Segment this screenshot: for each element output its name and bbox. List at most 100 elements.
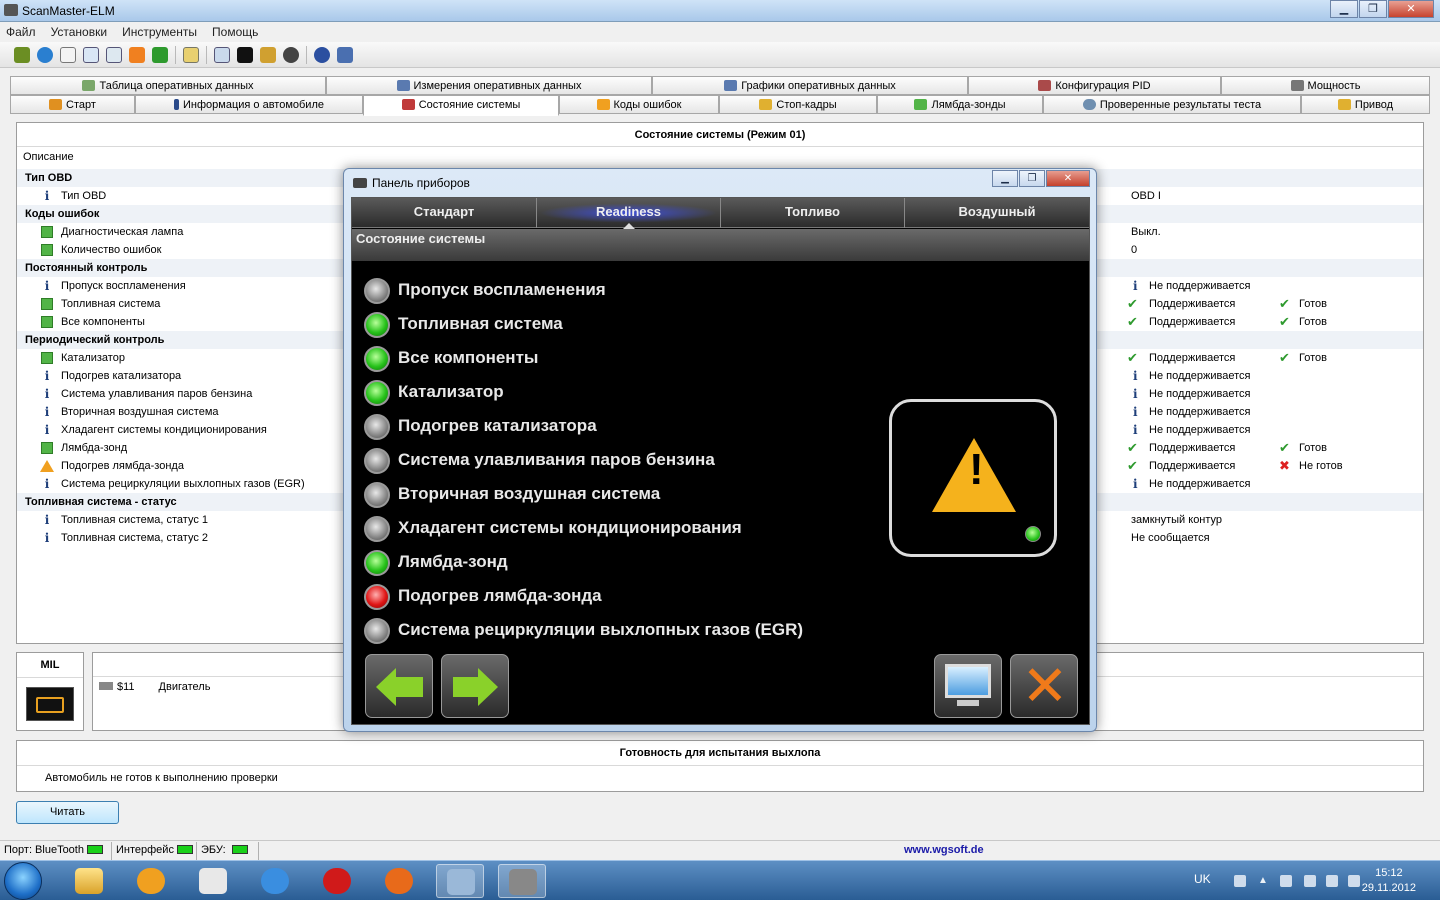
maximize-button[interactable]: ❐ — [1359, 0, 1387, 18]
network-icon[interactable] — [1326, 875, 1338, 887]
prev-button[interactable] — [365, 654, 433, 718]
monitor-button[interactable] — [934, 654, 1002, 718]
connect-icon[interactable] — [14, 47, 30, 63]
tab-trouble-codes[interactable]: Коды ошибок — [559, 95, 719, 114]
lambda-icon[interactable] — [152, 47, 168, 63]
readiness-label: Вторичная воздушная система — [398, 484, 661, 503]
menu-settings[interactable]: Установки — [51, 22, 107, 42]
dash-tab-standard[interactable]: Стандарт — [352, 198, 537, 228]
check-icon: ✔ — [1127, 296, 1138, 311]
dashboard-icon — [353, 178, 367, 188]
mil-panel: MIL — [16, 652, 84, 731]
menu-help[interactable]: Помощь — [212, 22, 258, 42]
row-value: Не сообщается — [1131, 532, 1210, 544]
interface-led — [176, 845, 193, 854]
info-icon: i — [1133, 477, 1138, 491]
dash-tab-readiness[interactable]: Readiness — [537, 198, 721, 229]
globe-icon[interactable] — [37, 47, 53, 63]
port-led — [86, 845, 103, 854]
row-label: Пропуск воспламенения — [61, 280, 186, 292]
dash-close-button[interactable]: ✕ — [1010, 654, 1078, 718]
row-label: Система улавливания паров бензина — [61, 388, 253, 400]
row-value: Поддерживается — [1149, 442, 1236, 454]
document-icon[interactable] — [60, 47, 76, 63]
status-ok-icon — [41, 226, 53, 238]
freeze-icon — [759, 99, 773, 110]
dash-tab-fuel[interactable]: Топливо — [721, 198, 905, 228]
dash-tab-air[interactable]: Воздушный — [905, 198, 1089, 228]
tab-pid-config[interactable]: Конфигурация PID — [968, 76, 1221, 95]
ie-icon — [261, 868, 289, 894]
tab-live-data-graphs[interactable]: Графики оперативных данных — [652, 76, 968, 95]
read-button[interactable]: Читать — [16, 801, 119, 824]
taskbar-scanmaster[interactable] — [498, 864, 546, 898]
menu-file[interactable]: Файл — [6, 22, 36, 42]
keyboard-icon[interactable] — [1234, 875, 1246, 887]
exit-icon[interactable] — [337, 47, 353, 63]
close-button[interactable]: ✕ — [1388, 0, 1434, 18]
table-icon[interactable] — [83, 47, 99, 63]
row-value: Не поддерживается — [1149, 370, 1251, 382]
opera-icon — [323, 868, 351, 894]
console-icon[interactable] — [237, 47, 253, 63]
volume-icon[interactable] — [1348, 875, 1360, 887]
tab-o2-sensors[interactable]: Лямбда-зонды — [877, 95, 1043, 114]
terminal-icon[interactable] — [214, 47, 230, 63]
interface-status: Интерфейс — [116, 844, 193, 856]
dtc-row[interactable]: $11 Двигатель — [99, 681, 210, 693]
chart-icon[interactable] — [129, 47, 145, 63]
flag-icon[interactable] — [1280, 875, 1292, 887]
row-value: 0 — [1131, 244, 1138, 256]
clock[interactable]: 15:12 29.11.2012 — [1362, 866, 1416, 896]
taskbar-dashboard[interactable] — [436, 864, 484, 898]
dialog-maximize-button[interactable]: ❐ — [1019, 170, 1045, 187]
tab-drive[interactable]: Привод — [1301, 95, 1430, 114]
close-icon: ✕ — [1021, 654, 1069, 717]
minimize-button[interactable]: ▁ — [1330, 0, 1358, 18]
taskbar-firefox[interactable] — [375, 864, 423, 898]
taskbar-app-triangle[interactable] — [127, 864, 175, 898]
chart-icon — [724, 80, 738, 91]
drive-icon — [1337, 99, 1351, 110]
dialog-minimize-button[interactable]: ▁ — [992, 170, 1018, 187]
info-icon: i — [44, 477, 50, 491]
folder-icon — [75, 868, 103, 894]
menu-bar: Файл Установки Инструменты Помощь — [0, 22, 1440, 42]
menu-tools[interactable]: Инструменты — [122, 22, 197, 42]
tab-freeze-frames[interactable]: Стоп-кадры — [719, 95, 877, 114]
info-icon — [174, 99, 179, 110]
battery-icon[interactable] — [1304, 875, 1316, 887]
wheel-icon[interactable] — [283, 47, 299, 63]
row-value: OBD I — [1131, 190, 1161, 202]
taskbar-calendar[interactable] — [189, 864, 237, 898]
taskbar-opera[interactable] — [313, 864, 361, 898]
row-label: Все компоненты — [61, 316, 145, 328]
taskbar-ie[interactable] — [251, 864, 299, 898]
website-link[interactable]: www.wgsoft.de — [904, 844, 984, 856]
language-indicator[interactable]: UK — [1194, 872, 1211, 886]
tab-live-data-meters[interactable]: Измерения оперативных данных — [326, 76, 652, 95]
tab-system-status[interactable]: Состояние системы — [363, 95, 559, 116]
status-led — [1025, 526, 1041, 542]
check-icon: ✔ — [1127, 440, 1138, 455]
column-description: Описание — [23, 151, 74, 163]
battery-icon[interactable] — [260, 47, 276, 63]
next-button[interactable] — [441, 654, 509, 718]
check-icon: ✔ — [1279, 296, 1290, 311]
clipboard-icon[interactable] — [183, 47, 199, 63]
tab-vehicle-info[interactable]: Информация о автомобиле — [135, 95, 363, 114]
status-grey-icon — [364, 482, 390, 508]
tab-power[interactable]: Мощность — [1221, 76, 1430, 95]
info-icon[interactable] — [314, 47, 330, 63]
row-value: Поддерживается — [1149, 298, 1236, 310]
tab-start[interactable]: Старт — [10, 95, 135, 114]
tab-test-results[interactable]: Проверенные результаты теста — [1043, 95, 1301, 114]
mil-title: MIL — [17, 653, 83, 678]
row-label: Топливная система, статус 2 — [61, 532, 209, 544]
chevron-up-icon[interactable]: ▲ — [1258, 875, 1270, 887]
tab-live-data-table[interactable]: Таблица оперативных данных — [10, 76, 326, 95]
taskbar-explorer[interactable] — [65, 864, 113, 898]
dialog-close-button[interactable]: ✕ — [1046, 170, 1090, 187]
gauge-icon[interactable] — [106, 47, 122, 63]
start-button[interactable] — [4, 862, 42, 900]
